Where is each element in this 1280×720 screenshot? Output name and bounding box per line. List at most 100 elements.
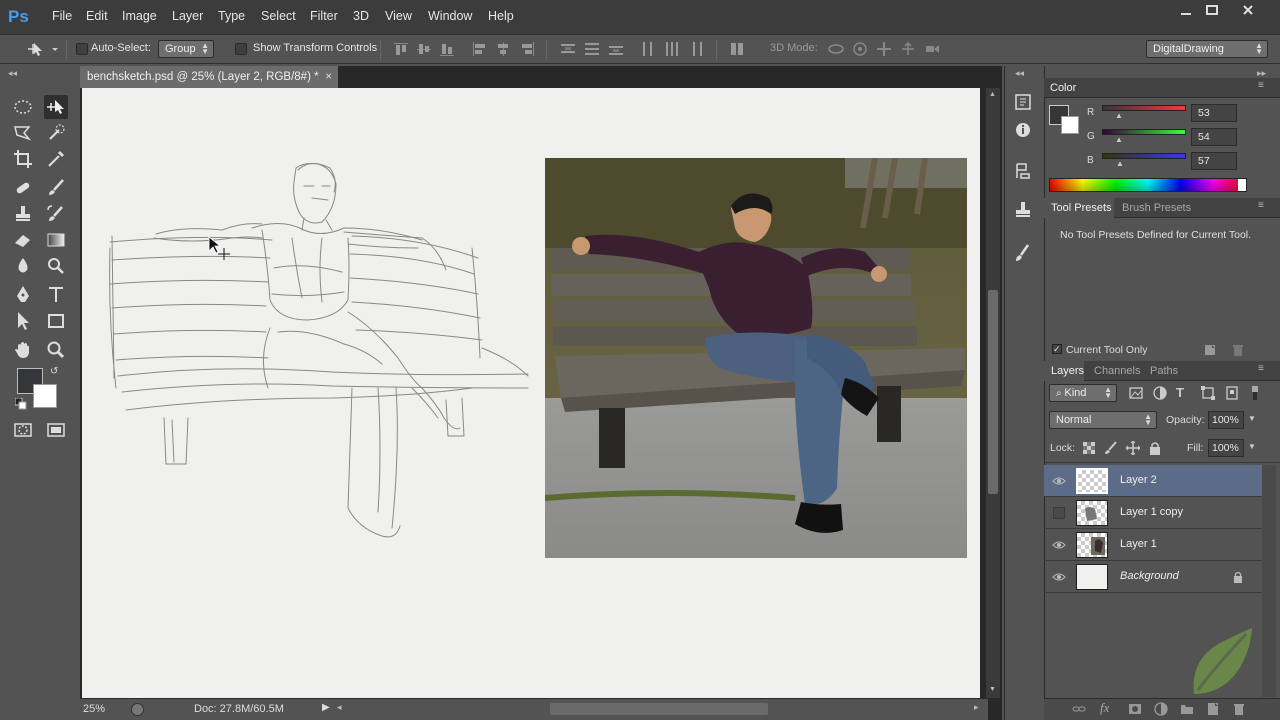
auto-select-dropdown[interactable]: Group ▲ ▼ xyxy=(158,40,214,58)
menu-help[interactable]: Help xyxy=(488,9,514,23)
tab-tool-presets[interactable]: Tool Presets xyxy=(1051,202,1112,214)
new-adjustment-layer-icon[interactable] xyxy=(1154,702,1168,716)
collapse-toolbar-icon[interactable]: ◂◂ xyxy=(8,68,20,78)
blue-slider[interactable] xyxy=(1102,153,1186,159)
lock-position-icon[interactable] xyxy=(1126,441,1140,455)
move-tool-preset-picker[interactable] xyxy=(24,40,60,58)
layer-row-layer-2[interactable]: Layer 2 xyxy=(1044,465,1262,497)
layer-filter-kind-dropdown[interactable]: ⌕ Kind ▲ ▼ xyxy=(1049,384,1117,402)
workspace-dropdown[interactable]: DigitalDrawing ▲ ▼ xyxy=(1146,40,1268,58)
move-tool[interactable] xyxy=(44,95,68,119)
scroll-down-icon[interactable]: ▼ xyxy=(989,686,997,694)
lock-transparent-pixels-icon[interactable] xyxy=(1082,441,1096,455)
background-color-swatch[interactable] xyxy=(33,384,57,408)
show-transform-checkbox[interactable] xyxy=(235,43,247,55)
close-window-button[interactable] xyxy=(1232,2,1264,20)
visibility-eye-icon[interactable] xyxy=(1052,474,1066,488)
auto-select-checkbox[interactable] xyxy=(76,43,88,55)
lock-image-pixels-icon[interactable] xyxy=(1104,441,1118,455)
menu-view[interactable]: View xyxy=(385,9,412,23)
distribute-top-icon[interactable] xyxy=(560,41,576,57)
tab-color[interactable]: Color xyxy=(1050,82,1076,94)
quick-selection-tool[interactable] xyxy=(44,121,68,145)
red-value-input[interactable]: 53 xyxy=(1191,104,1237,122)
document-tab[interactable]: benchsketch.psd @ 25% (Layer 2, RGB/8#) … xyxy=(80,66,338,88)
align-top-icon[interactable] xyxy=(393,41,409,57)
filter-smart-objects-icon[interactable] xyxy=(1224,385,1240,401)
visibility-toggle-empty[interactable] xyxy=(1053,507,1065,519)
visibility-eye-icon[interactable] xyxy=(1052,570,1066,584)
lock-all-icon[interactable] xyxy=(1148,441,1162,455)
visibility-eye-icon[interactable] xyxy=(1052,538,1066,552)
scroll-right-icon[interactable]: ▸ xyxy=(974,702,979,713)
tab-brush-presets[interactable]: Brush Presets xyxy=(1122,202,1191,214)
polygonal-lasso-tool[interactable] xyxy=(11,121,35,145)
spot-healing-brush-tool[interactable] xyxy=(11,176,35,200)
filter-toggle-switch[interactable] xyxy=(1250,385,1260,401)
new-layer-icon[interactable] xyxy=(1206,702,1220,716)
layers-scrollbar[interactable] xyxy=(1262,465,1276,697)
menu-filter[interactable]: Filter xyxy=(310,9,338,23)
tab-channels[interactable]: Channels xyxy=(1094,365,1140,377)
elliptical-marquee-tool[interactable] xyxy=(11,95,35,119)
menu-file[interactable]: File xyxy=(52,9,72,23)
clone-source-panel-icon[interactable] xyxy=(1012,200,1034,220)
tab-layers[interactable]: Layers xyxy=(1051,365,1084,377)
scroll-left-icon[interactable]: ◂ xyxy=(337,702,342,713)
opacity-input[interactable]: 100% xyxy=(1208,411,1244,429)
menu-image[interactable]: Image xyxy=(122,9,157,23)
filter-type-layers-icon[interactable]: T xyxy=(1176,385,1192,401)
filter-shape-layers-icon[interactable] xyxy=(1200,385,1216,401)
layer-name[interactable]: Layer 1 copy xyxy=(1120,506,1183,518)
opacity-slider-arrow-icon[interactable]: ▼ xyxy=(1248,414,1256,423)
current-tool-only-checkbox[interactable]: ✓ xyxy=(1052,344,1062,354)
align-right-icon[interactable] xyxy=(519,41,535,57)
zoom-level[interactable]: 25% xyxy=(83,703,105,715)
horizontal-scroll-thumb[interactable] xyxy=(550,703,768,715)
swap-colors-icon[interactable]: ↺ xyxy=(50,366,62,378)
link-layers-icon[interactable] xyxy=(1072,702,1086,716)
layer-name[interactable]: Layer 1 xyxy=(1120,538,1157,550)
delete-preset-icon[interactable] xyxy=(1232,344,1244,356)
fill-slider-arrow-icon[interactable]: ▼ xyxy=(1248,442,1256,451)
align-bottom-icon[interactable] xyxy=(439,41,455,57)
panel-menu-icon[interactable]: ≡ xyxy=(1258,200,1264,211)
vertical-scrollbar[interactable]: ▲ ▼ xyxy=(986,88,1000,698)
layer-name[interactable]: Background xyxy=(1120,570,1179,582)
align-hcenter-icon[interactable] xyxy=(495,41,511,57)
green-slider-thumb-icon[interactable]: ▲ xyxy=(1115,135,1123,144)
menu-3d[interactable]: 3D xyxy=(353,9,369,23)
delete-layer-icon[interactable] xyxy=(1232,702,1246,716)
3d-orbit-icon[interactable] xyxy=(828,41,844,57)
distribute-left-icon[interactable] xyxy=(640,41,656,57)
color-spectrum-ramp[interactable] xyxy=(1049,178,1247,192)
tab-paths[interactable]: Paths xyxy=(1150,365,1178,377)
green-value-input[interactable]: 54 xyxy=(1191,128,1237,146)
gradient-tool[interactable] xyxy=(44,228,68,252)
brush-panel-icon[interactable] xyxy=(1012,242,1034,264)
new-preset-icon[interactable] xyxy=(1204,344,1216,356)
dodge-tool[interactable] xyxy=(44,254,68,278)
pen-tool[interactable] xyxy=(11,283,35,307)
blur-tool[interactable] xyxy=(11,254,35,278)
screen-mode-icon[interactable] xyxy=(44,418,68,442)
menu-layer[interactable]: Layer xyxy=(172,9,203,23)
info-panel-icon[interactable] xyxy=(1012,120,1034,140)
auto-align-icon[interactable] xyxy=(729,41,745,57)
3d-pan-icon[interactable] xyxy=(876,41,892,57)
distribute-bottom-icon[interactable] xyxy=(608,41,624,57)
maximize-button[interactable] xyxy=(1196,2,1228,20)
distribute-hcenter-icon[interactable] xyxy=(664,41,680,57)
eraser-tool[interactable] xyxy=(11,228,35,252)
layer-name[interactable]: Layer 2 xyxy=(1120,474,1157,486)
new-group-icon[interactable] xyxy=(1180,702,1194,716)
default-colors-icon[interactable] xyxy=(15,398,27,410)
clone-stamp-tool[interactable] xyxy=(11,202,35,226)
layer-row-layer-1-copy[interactable]: Layer 1 copy xyxy=(1044,497,1262,529)
expand-panels-icon[interactable]: ◂◂ xyxy=(1015,68,1024,79)
history-brush-tool[interactable] xyxy=(44,202,68,226)
color-panel-background-swatch[interactable] xyxy=(1061,116,1079,134)
canvas[interactable] xyxy=(82,88,980,698)
panel-menu-icon[interactable]: ≡ xyxy=(1258,363,1264,374)
menu-window[interactable]: Window xyxy=(428,9,472,23)
